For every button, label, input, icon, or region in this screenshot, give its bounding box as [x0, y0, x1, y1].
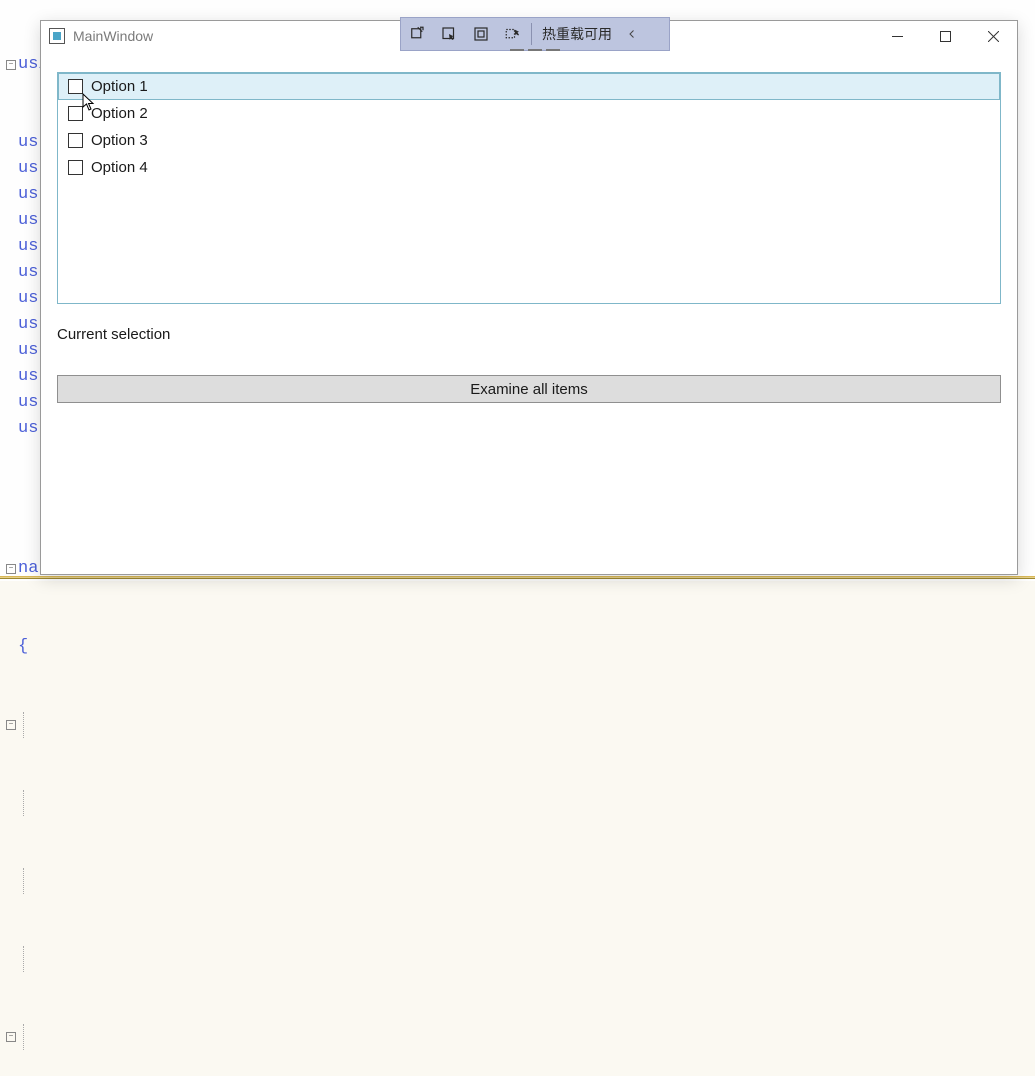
- app-icon: [49, 28, 65, 44]
- code-line: {: [18, 634, 28, 660]
- toolbar-grip[interactable]: [510, 49, 560, 52]
- bottom-bevel: [0, 576, 1035, 579]
- examine-all-items-button[interactable]: Examine all items: [57, 375, 1001, 403]
- list-item[interactable]: Option 1: [58, 73, 1000, 100]
- hot-reload-label[interactable]: 热重载可用: [534, 24, 620, 44]
- current-selection-label: Current selection: [57, 326, 1001, 343]
- list-item[interactable]: Option 2: [58, 100, 1000, 127]
- main-window: MainWindow Option 1Option 2Option 3Optio…: [40, 20, 1018, 575]
- checkbox[interactable]: [68, 106, 83, 121]
- option-label: Option 3: [91, 132, 148, 149]
- debug-toolbar[interactable]: 热重载可用: [400, 17, 670, 51]
- debug-live-visual-tree-icon[interactable]: [401, 19, 433, 49]
- debug-track-focus-icon[interactable]: [497, 19, 529, 49]
- examine-button-label: Examine all items: [470, 381, 588, 398]
- window-title: MainWindow: [73, 28, 153, 44]
- minimize-button[interactable]: [873, 21, 921, 51]
- checkbox[interactable]: [68, 79, 83, 94]
- option-label: Option 2: [91, 105, 148, 122]
- client-area: Option 1 Option 2 Option 3 Option 4 Current…: [41, 56, 1017, 574]
- options-listbox[interactable]: Option 1 Option 2 Option 3 Option 4: [57, 72, 1001, 304]
- checkbox[interactable]: [68, 160, 83, 175]
- list-item[interactable]: Option 4: [58, 154, 1000, 181]
- chevron-left-icon[interactable]: [620, 28, 644, 40]
- list-item[interactable]: Option 3: [58, 127, 1000, 154]
- debug-select-element-icon[interactable]: [433, 19, 465, 49]
- option-label: Option 4: [91, 159, 148, 176]
- checkbox[interactable]: [68, 133, 83, 148]
- close-button[interactable]: [969, 21, 1017, 51]
- maximize-button[interactable]: [921, 21, 969, 51]
- option-label: Option 1: [91, 78, 148, 95]
- toolbar-separator: [531, 23, 532, 45]
- debug-layout-adorners-icon[interactable]: [465, 19, 497, 49]
